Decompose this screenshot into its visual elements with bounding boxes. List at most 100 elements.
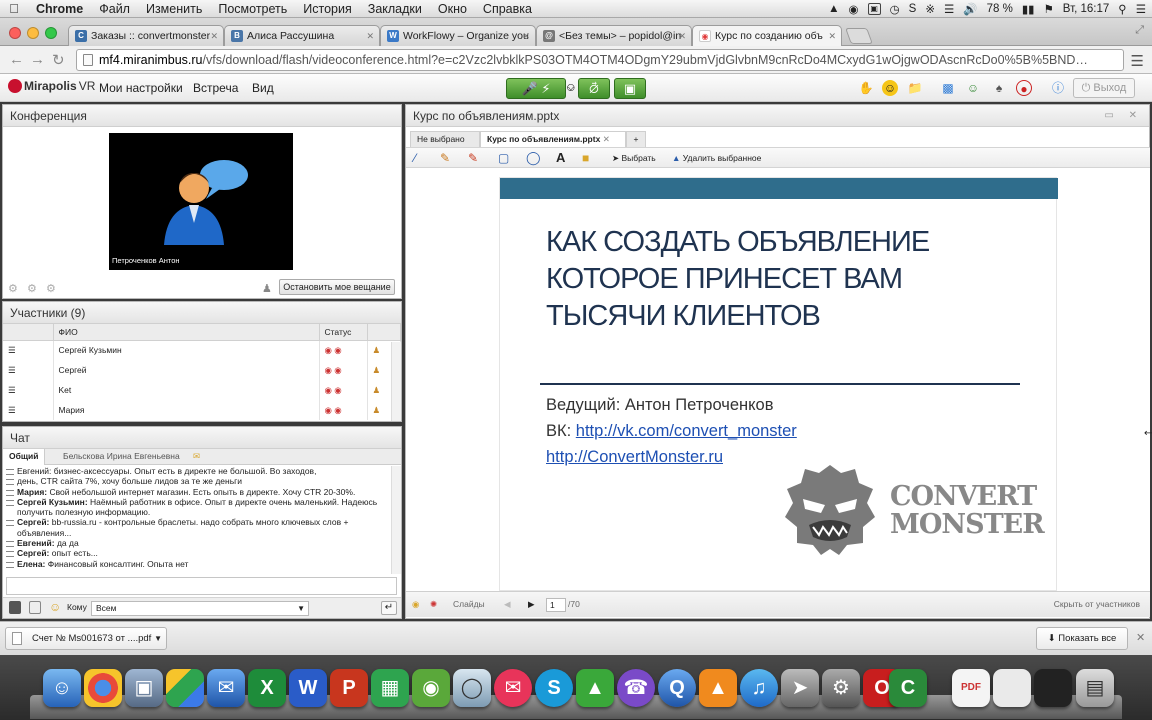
itunes-icon[interactable]: ♫ [740, 669, 778, 707]
table-row[interactable]: ☰ Ket ◉ ◉ ♟ [3, 380, 401, 400]
screen-icon[interactable]: ▣ [867, 3, 881, 15]
viber-icon[interactable]: ☎ [617, 669, 655, 707]
forward-icon[interactable]: → [30, 51, 45, 68]
fullscreen-icon[interactable]: ⤢ [1135, 24, 1144, 37]
address-bar[interactable]: mf4.miranimbus.ru/vfs/download/flash/vid… [76, 49, 1124, 71]
launchpad-icon[interactable]: ➤ [781, 669, 819, 707]
menu-history[interactable]: История [295, 2, 359, 16]
preview-icon[interactable]: ▣ [125, 669, 163, 707]
minimize-window-icon[interactable] [27, 27, 39, 39]
close-tab-icon[interactable]: ✕ [828, 26, 836, 46]
tab-workflowy[interactable]: W WorkFlowy – Organize you ✕ [380, 25, 536, 46]
chevron-down-icon[interactable]: ▼ [154, 628, 162, 649]
table-row[interactable]: ☰ Сергей ◉ ◉ ♟ [3, 360, 401, 380]
tiny-wings-icon[interactable]: ▲ [576, 669, 614, 707]
mic-settings-icon[interactable]: ⎉ [566, 80, 576, 95]
laser-icon[interactable]: ✺ [430, 592, 437, 616]
finder-icon[interactable]: ☺ [43, 669, 81, 707]
microphone-button[interactable]: 🎤 ⚡ [506, 78, 566, 99]
exit-button[interactable]: ⏻ Выход [1073, 78, 1135, 98]
stop-broadcast-button[interactable]: Остановить мое вещание [279, 279, 395, 295]
close-window-icon[interactable] [9, 27, 21, 39]
video-settings-icon-2[interactable]: ⚙ [27, 282, 37, 295]
tab-private[interactable]: Бельскова Ирина Евгеньевна [63, 449, 180, 464]
download-item[interactable]: Счет № Ms001673 от ....pdf ▼ [5, 627, 167, 650]
marker-tool-icon[interactable]: ✎ [468, 151, 478, 165]
camera-button[interactable]: ⦳ [578, 78, 610, 99]
table-row[interactable]: ☰ Мария ◉ ◉ ♟ [3, 400, 401, 420]
volume-icon[interactable]: 🔊 [963, 2, 977, 16]
zoom-window-icon[interactable] [45, 27, 57, 39]
spotlight-icon[interactable]: ⚲ [1118, 2, 1126, 16]
add-tab-button[interactable]: + [626, 131, 646, 147]
row-handle-icon[interactable]: ☰ [3, 400, 54, 420]
ellipse-tool-icon[interactable]: ◯ [526, 151, 541, 165]
row-handle-icon[interactable]: ☰ [3, 380, 54, 400]
slides-label[interactable]: Слайды [453, 592, 485, 616]
speaker-video[interactable]: Петроченков Антон [109, 133, 293, 270]
drive-icon[interactable]: ▲ [828, 3, 839, 15]
close-tab-icon[interactable]: ✕ [603, 134, 610, 144]
flag-icon[interactable]: ⚑ [1043, 2, 1053, 16]
timer-icon[interactable]: ◷ [890, 2, 900, 16]
rectangle-tool-icon[interactable]: ▢ [498, 151, 509, 165]
site-link[interactable]: http://ConvertMonster.ru [546, 448, 723, 467]
video-settings-icon-3[interactable]: ⚙ [46, 282, 56, 295]
word-icon[interactable]: W [289, 669, 327, 707]
screen-thumbnail-icon[interactable] [1034, 669, 1072, 707]
stats-icon[interactable]: ▩ [940, 80, 956, 96]
pointer-icon[interactable]: ◉ [412, 592, 419, 616]
menu-bookmarks[interactable]: Закладки [360, 2, 430, 16]
window-controls-icon[interactable]: ▭ ✕ [1104, 105, 1143, 127]
tab-presentation-file[interactable]: Курс по объявлениям.pptx ✕ [480, 131, 626, 147]
close-tab-icon[interactable]: ✕ [678, 26, 686, 46]
menu-meeting[interactable]: Встреча [193, 81, 238, 95]
next-slide-icon[interactable]: ▶ [528, 592, 535, 616]
menu-app-chrome[interactable]: Chrome [28, 2, 91, 16]
recipient-select[interactable]: Всем ▼ [91, 601, 309, 616]
select-tool[interactable]: ➤ Выбрать [612, 151, 656, 165]
chat-option-icon-2[interactable] [29, 601, 41, 614]
tab-vk[interactable]: B Алиса Рассушина ✕ [224, 25, 380, 46]
new-tab-button[interactable] [845, 28, 873, 44]
line-tool-icon[interactable]: ⁄ [414, 151, 416, 165]
send-icon[interactable]: ↵ [381, 601, 397, 615]
document-stack-icon[interactable] [993, 669, 1031, 707]
video-settings-icon[interactable]: ⚙ [8, 282, 18, 295]
chrome-icon[interactable] [84, 669, 122, 707]
row-handle-icon[interactable]: ☰ [3, 340, 54, 360]
slide-viewport[interactable]: КАК СОЗДАТЬ ОБЪЯВЛЕНИЕ КОТОРОЕ ПРИНЕСЕТ … [406, 168, 1150, 591]
smiley-icon[interactable]: ☺ [49, 600, 61, 614]
tab-mail[interactable]: @ <Без темы> – popidol@in ✕ [536, 25, 692, 46]
mail-app-icon[interactable]: ✉ [494, 669, 532, 707]
col-status[interactable]: Статус [319, 324, 368, 341]
notification-center-icon[interactable]: ☰ [1136, 2, 1146, 16]
menu-view[interactable]: Посмотреть [210, 2, 295, 16]
attendees-icon[interactable]: ♠ [991, 80, 1007, 96]
vk-link[interactable]: http://vk.com/convert_monster [576, 422, 797, 440]
col-name[interactable]: ФИО [53, 324, 320, 341]
tab-not-selected[interactable]: Не выбрано [410, 131, 480, 147]
page-input[interactable]: 1 [546, 598, 566, 612]
record-icon[interactable]: ● [1016, 80, 1032, 96]
help-icon[interactable]: ⓘ [1050, 80, 1066, 96]
ufo-app-icon[interactable]: ◯ [453, 669, 491, 707]
chrome-menu-icon[interactable]: ☰ [1131, 52, 1144, 70]
bluetooth-icon[interactable]: ※ [925, 2, 935, 16]
hide-from-participants[interactable]: Скрыть от участников [1054, 592, 1140, 616]
raise-hand-icon[interactable]: ✋ [858, 80, 874, 96]
excel-icon[interactable]: X [248, 669, 286, 707]
menu-edit[interactable]: Изменить [138, 2, 210, 16]
tab-general[interactable]: Общий [3, 449, 46, 465]
camtasia-icon[interactable]: C [889, 669, 927, 707]
menu-view-mirapolis[interactable]: Вид [252, 81, 274, 95]
close-downloads-icon[interactable]: ✕ [1136, 631, 1145, 644]
apple-menu-icon[interactable]:  [0, 1, 28, 16]
delete-selected-tool[interactable]: ▲ Удалить выбранное [672, 151, 761, 165]
row-handle-icon[interactable]: ☰ [3, 360, 54, 380]
vlc-icon[interactable]: ▲ [699, 669, 737, 707]
text-tool-icon[interactable]: A [556, 151, 565, 165]
reload-icon[interactable]: ↻ [52, 51, 65, 69]
close-tab-icon[interactable]: ✕ [366, 26, 374, 46]
menu-window[interactable]: Окно [430, 2, 475, 16]
